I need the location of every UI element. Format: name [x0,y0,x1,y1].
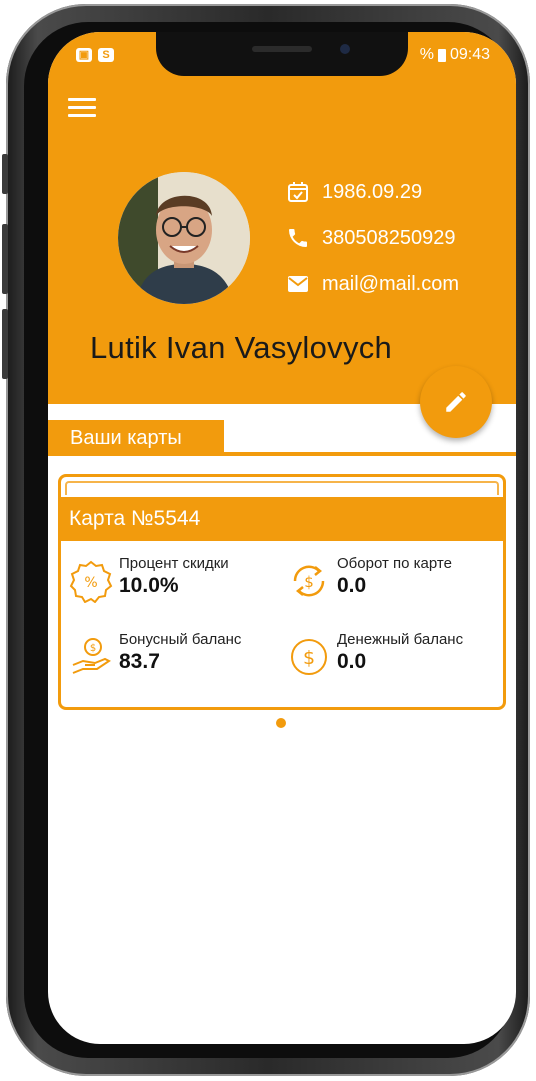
tab-your-cards[interactable]: Ваши карты [48,420,224,456]
email-text: mail@mail.com [322,272,459,295]
stat-label-bonus: Бонусный баланс [119,631,242,648]
percent-badge-icon: % [69,560,113,603]
battery-icon [437,48,446,62]
mail-icon [288,276,308,292]
stat-value-discount: 10.0% [119,574,179,597]
stat-label-turnover: Оборот по карте [337,555,452,572]
birthdate-row: 1986.09.29 [286,180,422,204]
stat-label-discount: Процент скидки [119,555,229,572]
carousel-page-indicator[interactable] [276,718,286,728]
speaker [252,46,312,52]
status-bar-right: % 09:43 [420,46,490,64]
stat-bonus: $ Бонусный баланс 83.7 [69,631,241,679]
card-stack-edge [65,481,499,495]
stat-turnover: $ Оборот по карте 0.0 [287,555,452,603]
svg-text:$: $ [90,643,96,654]
stat-value-bonus: 83.7 [119,650,160,673]
signal-text: % [419,46,434,63]
stat-discount: % Процент скидки 10.0% [69,555,229,603]
mute-switch [2,154,8,194]
status-bar-left: ▣ S [76,48,114,62]
phone-row[interactable]: 380508250929 [286,226,455,250]
svg-text:$: $ [304,573,314,591]
stat-label-money: Денежный баланс [337,631,464,648]
avatar-photo-icon [118,172,250,304]
menu-button[interactable] [68,98,96,122]
front-camera [340,44,350,54]
volume-down-button [2,309,8,379]
svg-text:$: $ [303,647,315,669]
birthdate-text: 1986.09.29 [322,180,423,203]
stat-value-turnover: 0.0 [337,574,367,597]
stat-money: $ Денежный баланс 0.0 [287,631,463,679]
svg-text:%: % [84,575,97,591]
image-icon: ▣ [76,48,92,62]
hand-coin-icon: $ [72,638,111,674]
stat-value-money: 0.0 [337,650,367,673]
loyalty-card[interactable]: Карта №5544 % Процент скидки 10.0% $ Обо… [58,474,506,710]
edit-profile-button[interactable] [420,366,492,438]
volume-up-button [2,224,8,294]
card-title: Карта №5544 [61,497,503,541]
user-name: Lutik Ivan Vasylovych [90,330,393,365]
tab-underline [224,452,516,456]
status-time: 09:43 [449,46,490,63]
calendar-check-icon [288,182,308,202]
app-screen: ▣ S % 09:43 1986.09.29 380508250929 mail… [48,32,516,1044]
hamburger-icon [68,98,96,101]
avatar [118,172,250,304]
phone-text: 380508250929 [322,226,456,249]
phone-icon [289,229,307,247]
pencil-icon [446,392,466,412]
notch [156,32,408,76]
dollar-coin-icon: $ [291,639,327,675]
skype-icon: S [98,48,114,62]
email-row[interactable]: mail@mail.com [286,272,459,296]
dollar-cycle-icon: $ [293,565,325,597]
